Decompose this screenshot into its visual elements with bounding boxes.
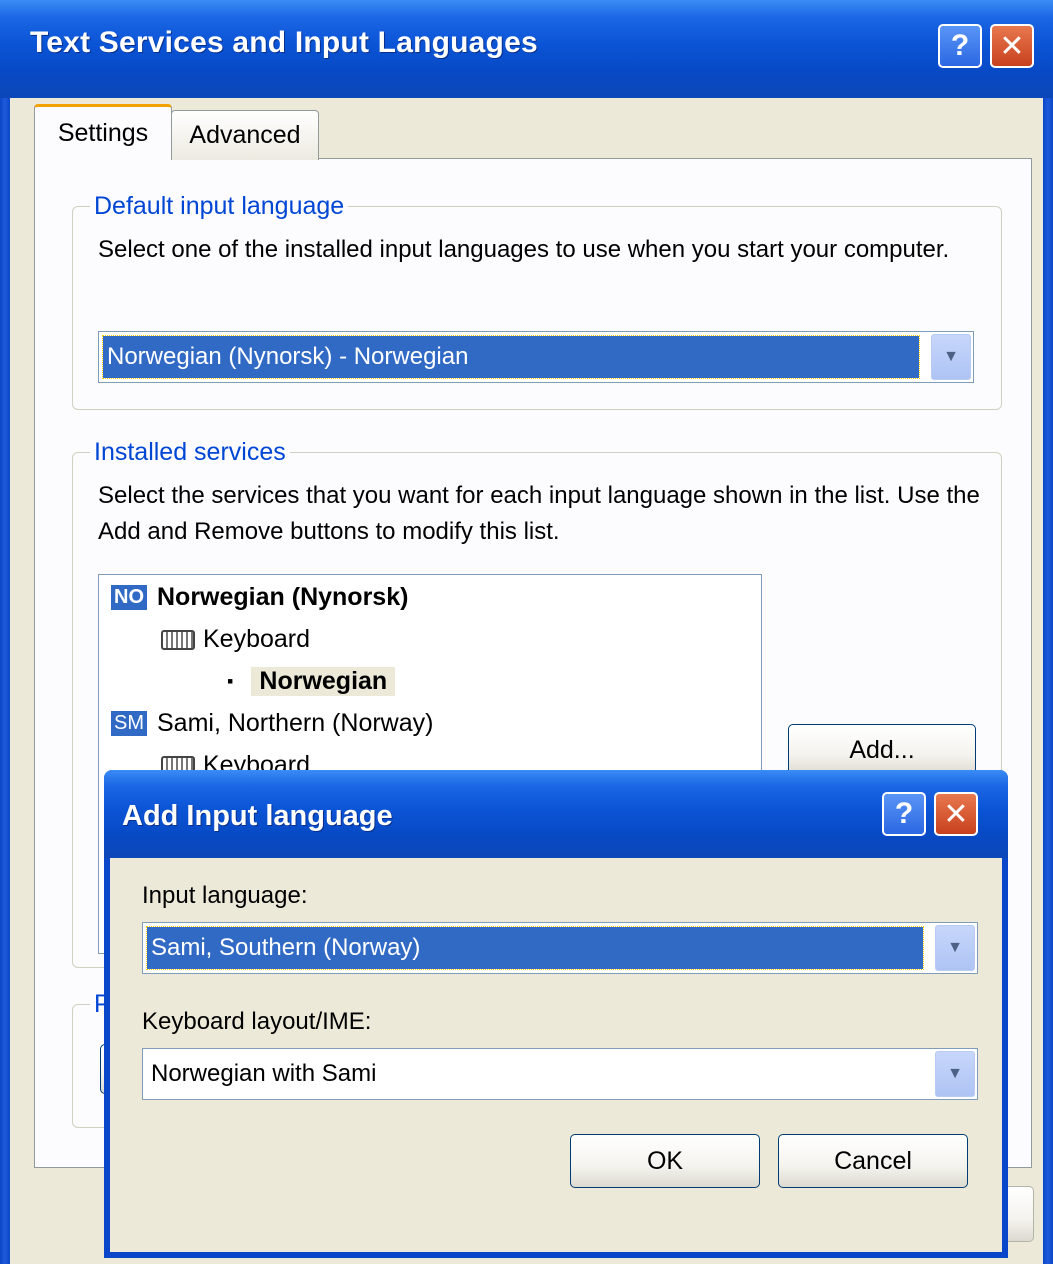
input-language-value: Sami, Southern (Norway) bbox=[146, 926, 924, 970]
input-language-combo[interactable]: Sami, Southern (Norway) ▼ bbox=[142, 922, 978, 974]
default-language-value: Norwegian (Nynorsk) - Norwegian bbox=[102, 335, 920, 379]
chevron-down-icon[interactable]: ▼ bbox=[935, 1051, 975, 1097]
help-icon: ? bbox=[894, 797, 914, 830]
tree-item-label: Sami, Northern (Norway) bbox=[157, 709, 434, 737]
close-button[interactable]: ✕ bbox=[990, 24, 1034, 68]
default-language-legend: Default input language bbox=[90, 192, 349, 221]
chevron-down-icon[interactable]: ▼ bbox=[935, 925, 975, 971]
window-border-left bbox=[0, 98, 10, 1264]
add-button[interactable]: Add... bbox=[788, 724, 976, 776]
tree-item-label: Keyboard bbox=[203, 625, 311, 653]
tree-item-layout[interactable]: ▪ Norwegian bbox=[227, 667, 396, 696]
window-title: Text Services and Input Languages bbox=[30, 26, 538, 59]
keyboard-layout-value: Norwegian with Sami bbox=[151, 1060, 377, 1087]
tree-item-keyboard[interactable]: Keyboard bbox=[161, 625, 310, 654]
close-icon: ✕ bbox=[999, 29, 1025, 63]
tree-item-label: Norwegian (Nynorsk) bbox=[157, 583, 409, 611]
bullet-icon: ▪ bbox=[227, 671, 234, 691]
tab-advanced[interactable]: Advanced bbox=[171, 110, 319, 160]
add-input-language-dialog: Add Input language ? ✕ Input language: S… bbox=[104, 770, 1008, 1258]
default-language-combo[interactable]: Norwegian (Nynorsk) - Norwegian ▼ bbox=[98, 331, 974, 383]
tab-settings[interactable]: Settings bbox=[34, 104, 172, 160]
installed-services-legend: Installed services bbox=[90, 438, 290, 467]
tree-item-language[interactable]: SM Sami, Northern (Norway) bbox=[111, 709, 433, 738]
dialog-close-button[interactable]: ✕ bbox=[934, 792, 978, 836]
window-border-right bbox=[1043, 98, 1053, 1264]
tab-settings-label: Settings bbox=[57, 119, 149, 147]
chevron-down-icon[interactable]: ▼ bbox=[931, 334, 971, 380]
dialog-body: Input language: Sami, Southern (Norway) … bbox=[110, 858, 1002, 1252]
input-language-label: Input language: bbox=[142, 882, 308, 909]
keyboard-layout-label: Keyboard layout/IME: bbox=[142, 1008, 372, 1035]
dialog-title: Add Input language bbox=[122, 800, 393, 832]
cancel-button[interactable]: Cancel bbox=[778, 1134, 968, 1188]
keyboard-layout-combo[interactable]: Norwegian with Sami ▼ bbox=[142, 1048, 978, 1100]
help-button[interactable]: ? bbox=[938, 24, 982, 68]
default-language-description: Select one of the installed input langua… bbox=[98, 236, 950, 263]
main-titlebar[interactable]: Text Services and Input Languages ? ✕ bbox=[0, 0, 1053, 98]
dialog-help-button[interactable]: ? bbox=[882, 792, 926, 836]
language-badge: SM bbox=[111, 711, 147, 736]
close-icon: ✕ bbox=[943, 797, 969, 831]
help-icon: ? bbox=[950, 29, 970, 62]
tree-item-label: Norwegian bbox=[251, 667, 396, 696]
keyboard-icon bbox=[161, 629, 195, 650]
ok-button[interactable]: OK bbox=[570, 1134, 760, 1188]
tab-advanced-label: Advanced bbox=[189, 121, 301, 149]
installed-services-description: Select the services that you want for ea… bbox=[98, 482, 980, 545]
language-badge: NO bbox=[111, 585, 147, 610]
dialog-titlebar[interactable]: Add Input language ? ✕ bbox=[104, 770, 1008, 858]
tree-item-language[interactable]: NO Norwegian (Nynorsk) bbox=[111, 583, 408, 612]
